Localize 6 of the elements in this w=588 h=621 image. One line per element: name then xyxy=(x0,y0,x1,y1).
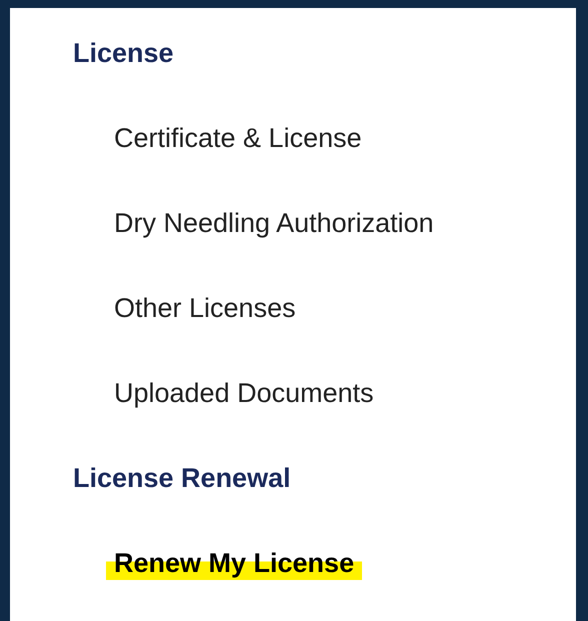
menu-link[interactable]: Uploaded Documents xyxy=(106,373,382,414)
section-heading: License xyxy=(73,37,174,70)
section-heading: License Renewal xyxy=(73,462,291,496)
menu-link[interactable]: Certificate & License xyxy=(106,118,370,159)
menu-link[interactable]: Other Licenses xyxy=(106,288,304,329)
menu-link[interactable]: Dry Needling Authorization xyxy=(106,203,442,244)
